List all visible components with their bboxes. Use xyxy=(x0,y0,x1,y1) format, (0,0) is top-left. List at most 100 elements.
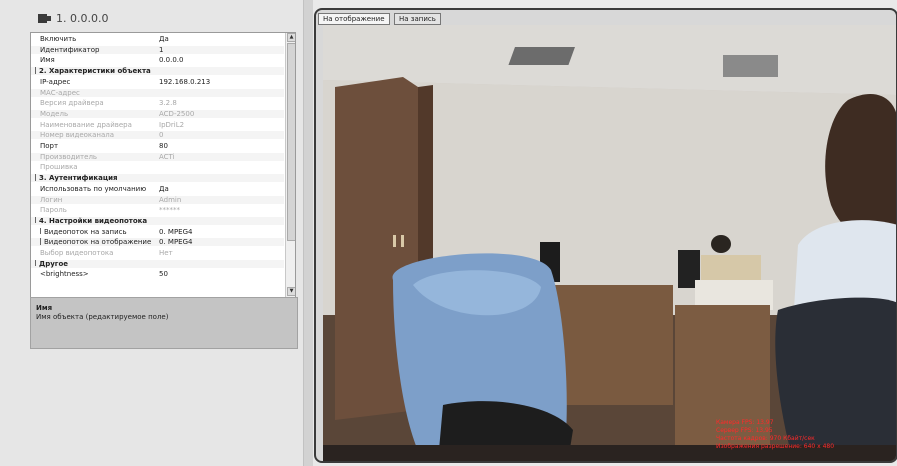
property-key: Модель xyxy=(40,110,158,118)
property-key-text: Другое xyxy=(39,259,69,268)
property-row[interactable]: Видеопоток на отображение 0. MPEG4 xyxy=(31,238,284,247)
scroll-down-arrow-icon[interactable]: ▼ xyxy=(287,287,295,296)
stat-bitrate: Частота кадров: 970 Кбайт/сек xyxy=(716,435,815,442)
property-row[interactable]: Номер видеоканала 0 xyxy=(31,131,284,140)
property-value[interactable]: ACTi xyxy=(159,153,175,161)
property-row[interactable]: Пароль ****** xyxy=(31,206,284,214)
property-value[interactable]: Да xyxy=(159,35,169,43)
property-group-header[interactable]: 2. Характеристики объекта xyxy=(31,67,284,76)
property-key-text: <brightness> xyxy=(40,270,89,279)
property-key-text: Прошивка xyxy=(40,163,78,172)
stat-camera-fps: Камера FPS: 13,97 xyxy=(716,419,774,426)
description-text: Имя объекта (редактируемое поле) xyxy=(36,313,169,321)
property-key: IP-адрес xyxy=(40,78,158,86)
property-value[interactable]: Да xyxy=(159,185,169,193)
property-key-text: Имя xyxy=(40,56,55,65)
property-description: Имя Имя объекта (редактируемое поле) xyxy=(30,297,298,349)
video-preview-frame: На отображение На запись Камера FPS: 13,… xyxy=(314,8,897,463)
property-row[interactable]: Включить Да xyxy=(31,35,284,43)
property-row[interactable]: Использовать по умолчанию Да xyxy=(31,185,284,193)
property-row[interactable]: Идентификатор 1 xyxy=(31,45,284,54)
settings-panel: 1. 0.0.0.0 Включить Да Идентификатор 1 Имя 0.… xyxy=(0,0,303,466)
property-row[interactable]: Выбор видеопотока Нет xyxy=(31,249,284,257)
property-key-text: Производитель xyxy=(40,152,98,161)
property-value[interactable]: 3.2.8 xyxy=(159,99,177,107)
property-value[interactable]: 0. MPEG4 xyxy=(159,238,192,246)
property-value[interactable]: 0. MPEG4 xyxy=(159,228,192,236)
property-row[interactable]: Наименование драйвера IpDriL2 xyxy=(31,121,284,129)
device-title: 1. 0.0.0.0 xyxy=(56,11,109,25)
property-key: Порт xyxy=(40,142,158,150)
property-group-header[interactable]: 3. Аутентификация xyxy=(31,174,284,183)
property-row[interactable]: <brightness> 50 xyxy=(31,270,284,278)
property-row[interactable]: Производитель ACTi xyxy=(31,152,284,161)
property-key-text: Выбор видеопотока xyxy=(40,249,114,257)
property-key: Выбор видеопотока xyxy=(40,249,158,257)
property-value[interactable]: 80 xyxy=(159,142,168,150)
scroll-thumb[interactable] xyxy=(287,43,295,241)
property-key-text: Включить xyxy=(40,35,77,43)
property-key-text: Логин xyxy=(40,195,63,204)
property-value[interactable]: 50 xyxy=(159,270,168,278)
tab-display[interactable]: На отображение xyxy=(318,13,390,25)
property-value[interactable]: IpDriL2 xyxy=(159,121,184,129)
property-key-text: Видеопоток на отображение xyxy=(44,238,152,247)
property-key-text: Номер видеоканала xyxy=(40,131,115,140)
property-value[interactable]: 192.168.0.213 xyxy=(159,78,210,86)
description-title: Имя xyxy=(36,304,53,312)
property-key: Другое xyxy=(35,259,275,268)
property-key-text: Наименование драйвера xyxy=(40,120,132,129)
property-key: Видеопоток на отображение xyxy=(40,238,158,246)
collapse-toggle-icon[interactable] xyxy=(35,259,36,267)
property-value[interactable]: 1 xyxy=(159,46,163,54)
expand-box-icon[interactable] xyxy=(40,227,41,235)
property-scrollbar[interactable]: ▲ ▼ xyxy=(285,33,295,297)
collapse-toggle-icon[interactable] xyxy=(35,174,36,181)
property-group-header[interactable]: Другое xyxy=(31,259,284,268)
property-key: Имя xyxy=(40,56,158,64)
property-row[interactable]: Версия драйвера 3.2.8 xyxy=(31,99,284,107)
collapse-toggle-icon[interactable] xyxy=(35,67,36,74)
property-key-text: IP-адрес xyxy=(40,77,71,86)
property-row[interactable]: Имя 0.0.0.0 xyxy=(31,56,284,64)
property-row[interactable]: Видеопоток на запись 0. MPEG4 xyxy=(31,227,284,236)
property-key: MAC-адрес xyxy=(40,89,158,97)
property-value[interactable]: 0 xyxy=(159,131,163,139)
expand-box-icon[interactable] xyxy=(40,238,41,245)
property-key-text: Использовать по умолчанию xyxy=(40,184,147,193)
stat-server-fps: Сервер FPS: 13,95 xyxy=(716,427,773,434)
camera-icon xyxy=(38,13,51,23)
property-value[interactable]: 0.0.0.0 xyxy=(159,56,184,64)
property-key-text: Версия драйвера xyxy=(40,99,104,108)
property-key: Идентификатор xyxy=(40,46,158,54)
property-key-text: Пароль xyxy=(40,206,67,215)
property-row[interactable]: Модель ACD-2500 xyxy=(31,109,284,118)
scroll-up-arrow-icon[interactable]: ▲ xyxy=(287,33,295,42)
property-key: Включить xyxy=(40,35,158,43)
stat-resolution: Изображения разрешение: 640 x 480 xyxy=(716,443,835,450)
property-key: Пароль xyxy=(40,206,158,214)
property-row[interactable]: MAC-адрес xyxy=(31,88,284,97)
property-key: Логин xyxy=(40,196,158,204)
property-key: Версия драйвера xyxy=(40,99,158,107)
camera-image xyxy=(323,25,896,461)
property-value[interactable]: ****** xyxy=(159,206,180,214)
property-group-header[interactable]: 4. Настройки видеопотока xyxy=(31,216,284,225)
camera-video-view: Камера FPS: 13,97 Сервер FPS: 13,95 Част… xyxy=(323,25,896,461)
device-header[interactable]: 1. 0.0.0.0 xyxy=(38,10,108,26)
video-stats-overlay: Камера FPS: 13,97 Сервер FPS: 13,95 Част… xyxy=(716,419,834,451)
pane-splitter[interactable] xyxy=(303,0,313,466)
property-key: Номер видеоканала xyxy=(40,131,158,139)
property-row[interactable]: Порт 80 xyxy=(31,142,284,150)
property-row[interactable]: Логин Admin xyxy=(31,195,284,204)
collapse-toggle-icon[interactable] xyxy=(35,216,36,224)
property-value[interactable]: Admin xyxy=(159,196,181,204)
property-row[interactable]: IP-адрес 192.168.0.213 xyxy=(31,78,284,86)
property-row[interactable]: Прошивка xyxy=(31,163,284,171)
property-value[interactable]: Нет xyxy=(159,249,173,257)
property-key: Наименование драйвера xyxy=(40,121,158,129)
tab-record[interactable]: На запись xyxy=(394,13,441,25)
property-key: 4. Настройки видеопотока xyxy=(35,216,275,225)
property-value[interactable]: ACD-2500 xyxy=(159,110,194,118)
property-key: Видеопоток на запись xyxy=(40,227,158,236)
